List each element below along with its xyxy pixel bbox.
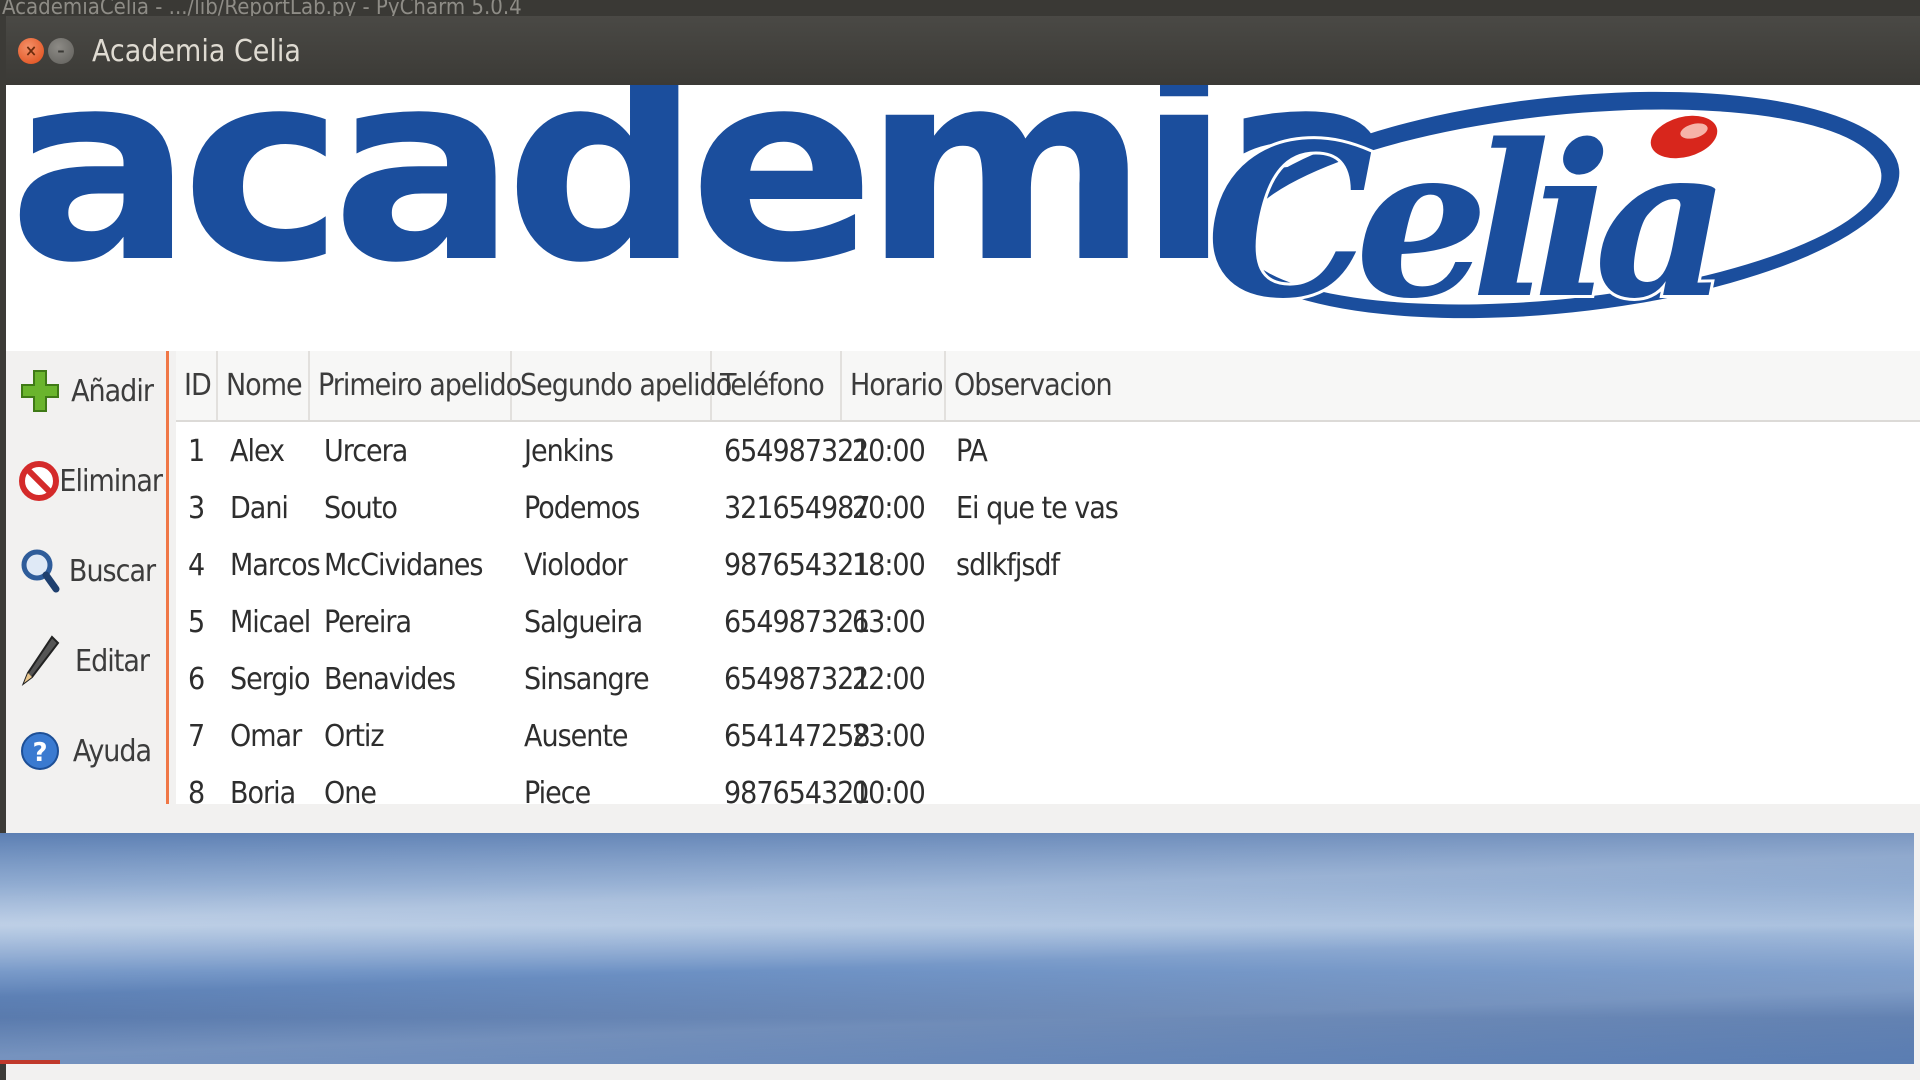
students-table[interactable]: ID Nome Primeiro apelido Segundo apelido…	[176, 351, 1920, 804]
cell-id: 1	[188, 434, 205, 469]
close-window-button[interactable]: ×	[18, 38, 44, 64]
table-row[interactable]: 5 Micael Pereira Salgueira 654987321 63:…	[176, 594, 1920, 651]
cell-observacion: Ei que te vas	[956, 491, 1119, 526]
cell-nome: Dani	[230, 491, 289, 526]
minimize-window-button[interactable]: –	[48, 38, 74, 64]
table-row[interactable]: 8 Boria One Piece 987654321 00:00	[176, 765, 1920, 804]
cell-nome: Omar	[230, 719, 302, 754]
academia-celia-logo-banner: academia Celia	[6, 85, 1920, 351]
svg-text:Celia: Celia	[1206, 98, 1716, 345]
cell-telefono: 654987321	[724, 434, 871, 469]
cell-segundo-apelido: Podemos	[524, 491, 640, 526]
cell-primeiro-apelido: McCividanes	[324, 548, 483, 583]
table-row[interactable]: 3 Dani Souto Podemos 321654987 20:00 Ei …	[176, 480, 1920, 537]
cell-nome: Sergio	[230, 662, 310, 697]
cell-segundo-apelido: Jenkins	[524, 434, 614, 469]
table-row[interactable]: 6 Sergio Benavides Sinsangre 654987321 2…	[176, 651, 1920, 708]
cell-primeiro-apelido: Ortiz	[324, 719, 385, 754]
pencil-icon	[18, 635, 62, 686]
cell-id: 7	[188, 719, 205, 754]
cell-id: 3	[188, 491, 205, 526]
column-header-segundo-apelido[interactable]: Segundo apelido	[512, 351, 732, 420]
sidebar-toolbar: Añadir Eliminar Buscar Editar ? Ayuda	[6, 351, 169, 836]
cell-horario: 23:00	[852, 719, 926, 754]
cell-segundo-apelido: Piece	[524, 776, 591, 804]
table-row[interactable]: 4 Marcos McCividanes Violodor 987654321 …	[176, 537, 1920, 594]
column-header-telefono[interactable]: Teléfono	[712, 351, 842, 420]
delete-button[interactable]: Eliminar	[12, 445, 163, 517]
help-button[interactable]: ? Ayuda	[12, 715, 162, 787]
cell-nome: Micael	[230, 605, 311, 640]
cell-telefono: 654987321	[724, 662, 871, 697]
title-bar[interactable]: × – Academia Celia	[6, 16, 1920, 85]
cell-segundo-apelido: Ausente	[524, 719, 629, 754]
cell-primeiro-apelido: One	[324, 776, 377, 804]
desktop-wallpaper	[0, 833, 1914, 1064]
table-row[interactable]: 7 Omar Ortiz Ausente 654147258 23:00	[176, 708, 1920, 765]
add-icon	[18, 366, 62, 416]
cell-primeiro-apelido: Urcera	[324, 434, 408, 469]
cell-horario: 00:00	[852, 776, 926, 804]
cell-telefono: 987654321	[724, 776, 871, 804]
add-button[interactable]: Añadir	[12, 355, 162, 427]
cell-nome: Marcos	[230, 548, 321, 583]
column-header-primeiro-apelido[interactable]: Primeiro apelido	[310, 351, 522, 420]
add-button-label: Añadir	[71, 373, 154, 409]
cell-telefono: 654147258	[724, 719, 871, 754]
edit-button[interactable]: Editar	[12, 625, 162, 697]
minimize-icon: –	[57, 41, 65, 60]
delete-button-label: Eliminar	[59, 463, 163, 499]
search-button[interactable]: Buscar	[12, 535, 162, 607]
window-title: Academia Celia	[92, 34, 301, 69]
edit-button-label: Editar	[75, 643, 150, 679]
column-header-nome[interactable]: Nome	[218, 351, 310, 420]
cell-horario: 22:00	[852, 662, 926, 697]
cell-id: 8	[188, 776, 205, 804]
cell-horario: 20:00	[852, 434, 926, 469]
help-button-label: Ayuda	[72, 733, 152, 769]
cell-telefono: 654987321	[724, 605, 871, 640]
cell-nome: Boria	[230, 776, 296, 804]
cell-nome: Alex	[230, 434, 285, 469]
table-header: ID Nome Primeiro apelido Segundo apelido…	[176, 351, 1920, 422]
search-icon	[18, 546, 62, 596]
cell-observacion: PA	[956, 434, 988, 469]
close-icon: ×	[24, 41, 38, 60]
cell-horario: 20:00	[852, 491, 926, 526]
cell-segundo-apelido: Salgueira	[524, 605, 643, 640]
column-header-horario[interactable]: Horario	[842, 351, 946, 420]
cell-telefono: 987654321	[724, 548, 871, 583]
table-row[interactable]: 1 Alex Urcera Jenkins 654987321 20:00 PA	[176, 423, 1920, 480]
cell-primeiro-apelido: Benavides	[324, 662, 456, 697]
cell-horario: 18:00	[852, 548, 926, 583]
cell-id: 5	[188, 605, 205, 640]
cell-primeiro-apelido: Souto	[324, 491, 398, 526]
cell-id: 6	[188, 662, 205, 697]
cell-id: 4	[188, 548, 205, 583]
delete-icon	[18, 456, 59, 506]
background-window-title: AcademiaCelia - .../lib/ReportLab.py - P…	[0, 0, 1920, 16]
search-button-label: Buscar	[68, 553, 156, 589]
cell-horario: 63:00	[852, 605, 926, 640]
cell-primeiro-apelido: Pereira	[324, 605, 412, 640]
column-header-id[interactable]: ID	[176, 351, 218, 420]
cell-segundo-apelido: Violodor	[524, 548, 628, 583]
celia-logo-icon: Celia	[1203, 91, 1900, 348]
cell-telefono: 321654987	[724, 491, 871, 526]
svg-text:?: ?	[32, 738, 47, 768]
cell-segundo-apelido: Sinsangre	[524, 662, 650, 697]
cell-observacion: sdlkfjsdf	[956, 548, 1060, 583]
column-header-observacion[interactable]: Observacion	[946, 351, 1920, 420]
help-icon: ?	[18, 726, 62, 776]
